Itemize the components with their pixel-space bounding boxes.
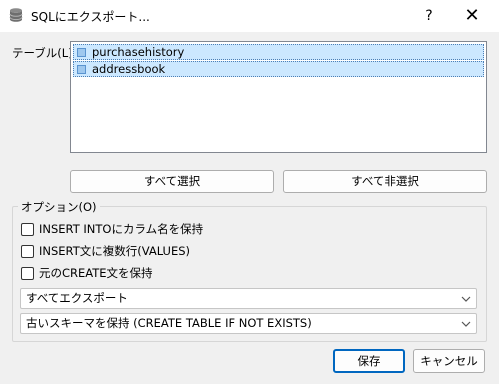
- checkbox-label: INSERT INTOにカラム名を保持: [39, 222, 204, 236]
- table-checkbox-icon[interactable]: [77, 47, 86, 57]
- cancel-button[interactable]: キャンセル: [413, 349, 485, 373]
- select-all-button[interactable]: すべて選択: [70, 170, 274, 193]
- schema-mode-select[interactable]: 古いスキーマを保持 (CREATE TABLE IF NOT EXISTS): [20, 313, 477, 334]
- help-button[interactable]: ?: [414, 2, 444, 30]
- close-icon: ✕: [464, 5, 480, 26]
- tables-label: テーブル(L): [12, 46, 73, 60]
- chevron-down-icon: [460, 289, 472, 308]
- checkbox-icon[interactable]: [21, 222, 34, 236]
- export-mode-value: すべてエクスポート: [26, 291, 128, 305]
- checkbox-icon[interactable]: [21, 244, 34, 258]
- options-legend: オプション(O): [18, 199, 100, 215]
- tables-list[interactable]: purchasehistory addressbook: [70, 41, 487, 153]
- checkbox-label: 元のCREATE文を保持: [39, 266, 153, 280]
- chevron-down-icon: [460, 314, 472, 333]
- table-checkbox-icon[interactable]: [77, 64, 86, 74]
- window-title: SQLにエクスポート...: [31, 10, 150, 24]
- schema-mode-value: 古いスキーマを保持 (CREATE TABLE IF NOT EXISTS): [26, 316, 312, 330]
- insert-into-column-names-checkbox[interactable]: INSERT INTOにカラム名を保持: [21, 221, 203, 237]
- checkbox-icon[interactable]: [21, 266, 34, 280]
- table-list-item-addressbook[interactable]: addressbook: [73, 61, 484, 77]
- insert-multi-row-checkbox[interactable]: INSERT文に複数行(VALUES): [21, 243, 190, 259]
- save-button[interactable]: 保存: [333, 349, 405, 373]
- table-name: addressbook: [92, 62, 166, 76]
- database-icon: [8, 7, 24, 23]
- deselect-all-button[interactable]: すべて非選択: [283, 170, 487, 193]
- table-list-item-purchasehistory[interactable]: purchasehistory: [73, 44, 484, 60]
- keep-original-create-checkbox[interactable]: 元のCREATE文を保持: [21, 265, 153, 281]
- export-mode-select[interactable]: すべてエクスポート: [20, 288, 477, 309]
- table-name: purchasehistory: [92, 45, 185, 59]
- checkbox-label: INSERT文に複数行(VALUES): [39, 244, 191, 258]
- close-button[interactable]: ✕: [452, 2, 492, 30]
